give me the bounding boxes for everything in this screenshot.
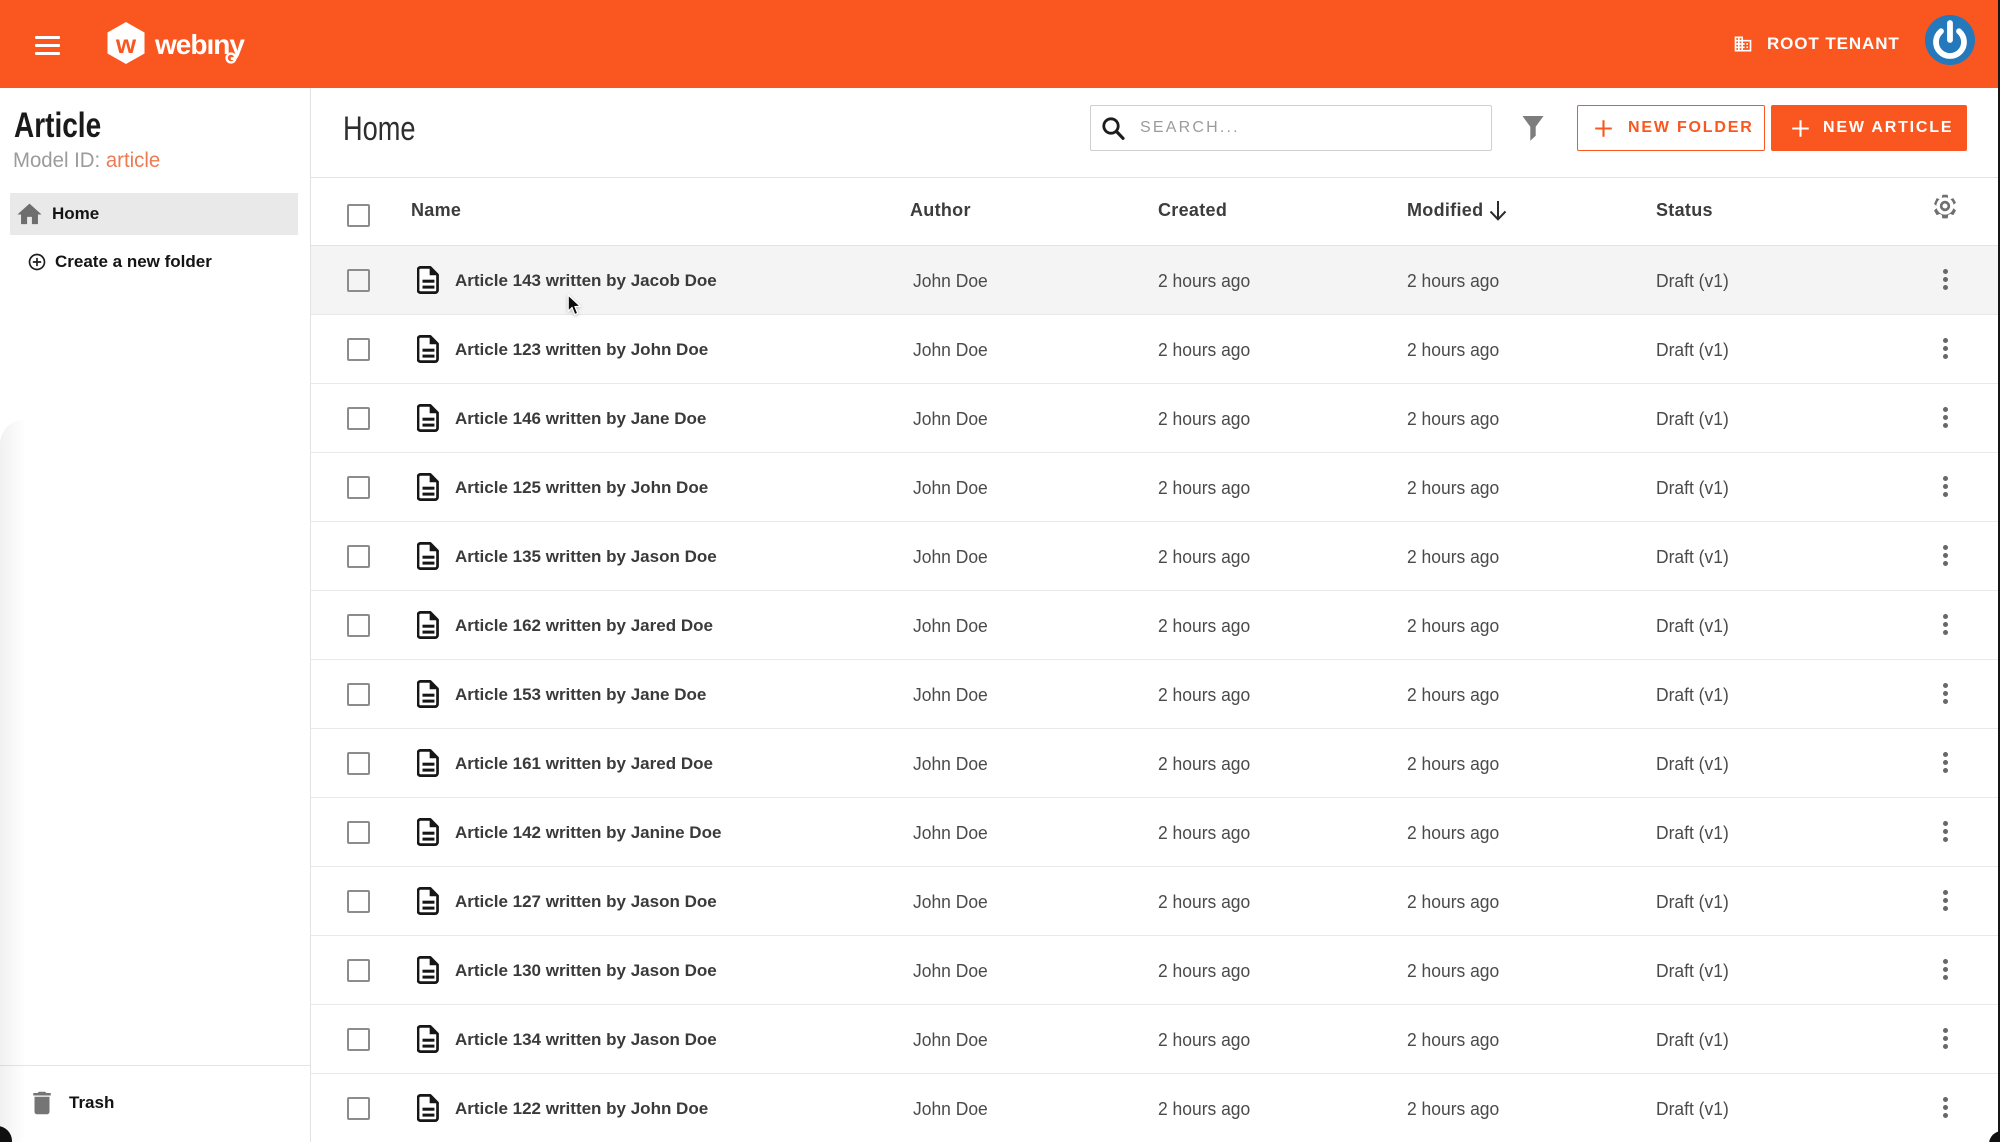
svg-text:webıny: webıny (154, 29, 245, 60)
svg-text:w: w (115, 29, 137, 59)
